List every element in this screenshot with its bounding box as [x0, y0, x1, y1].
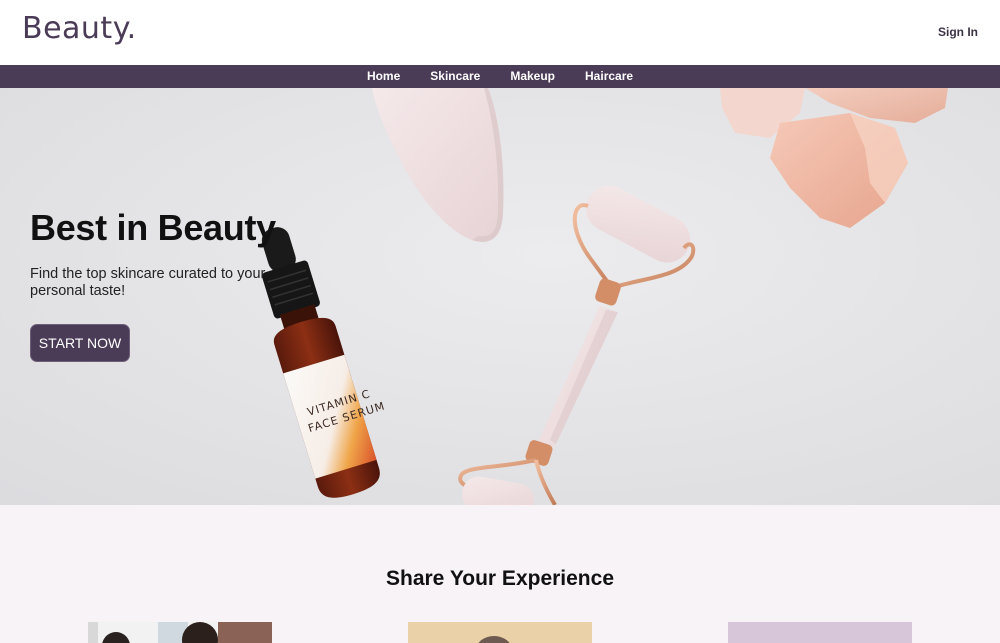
hero-title: Best in Beauty [30, 207, 276, 248]
experience-card-image[interactable] [88, 622, 272, 643]
hero-text-block: Best in Beauty Find the top skincare cur… [30, 206, 330, 362]
top-bar: Beauty. Sign In [0, 0, 1000, 65]
experience-card-image[interactable] [408, 622, 592, 643]
card-photo [728, 622, 912, 643]
sign-in-link[interactable]: Sign In [938, 25, 978, 39]
hero-subtitle: Find the top skincare curated to your pe… [30, 266, 266, 299]
start-now-button[interactable]: START NOW [30, 324, 130, 362]
nav-item-home[interactable]: Home [352, 65, 415, 88]
card-photo [408, 622, 592, 643]
nav-item-skincare[interactable]: Skincare [415, 65, 495, 88]
site-logo[interactable]: Beauty. [22, 11, 137, 46]
card-photo [88, 622, 272, 643]
nav-item-makeup[interactable]: Makeup [495, 65, 570, 88]
main-nav: Home Skincare Makeup Haircare [0, 65, 1000, 88]
experience-card-image[interactable] [728, 622, 912, 643]
hero-banner: VITAMIN C FACE SERUM Best in Beauty Find… [0, 88, 1000, 505]
nav-item-haircare[interactable]: Haircare [570, 65, 648, 88]
experience-section: Share Your Experience [0, 505, 1000, 643]
section-title: Share Your Experience [386, 567, 614, 590]
